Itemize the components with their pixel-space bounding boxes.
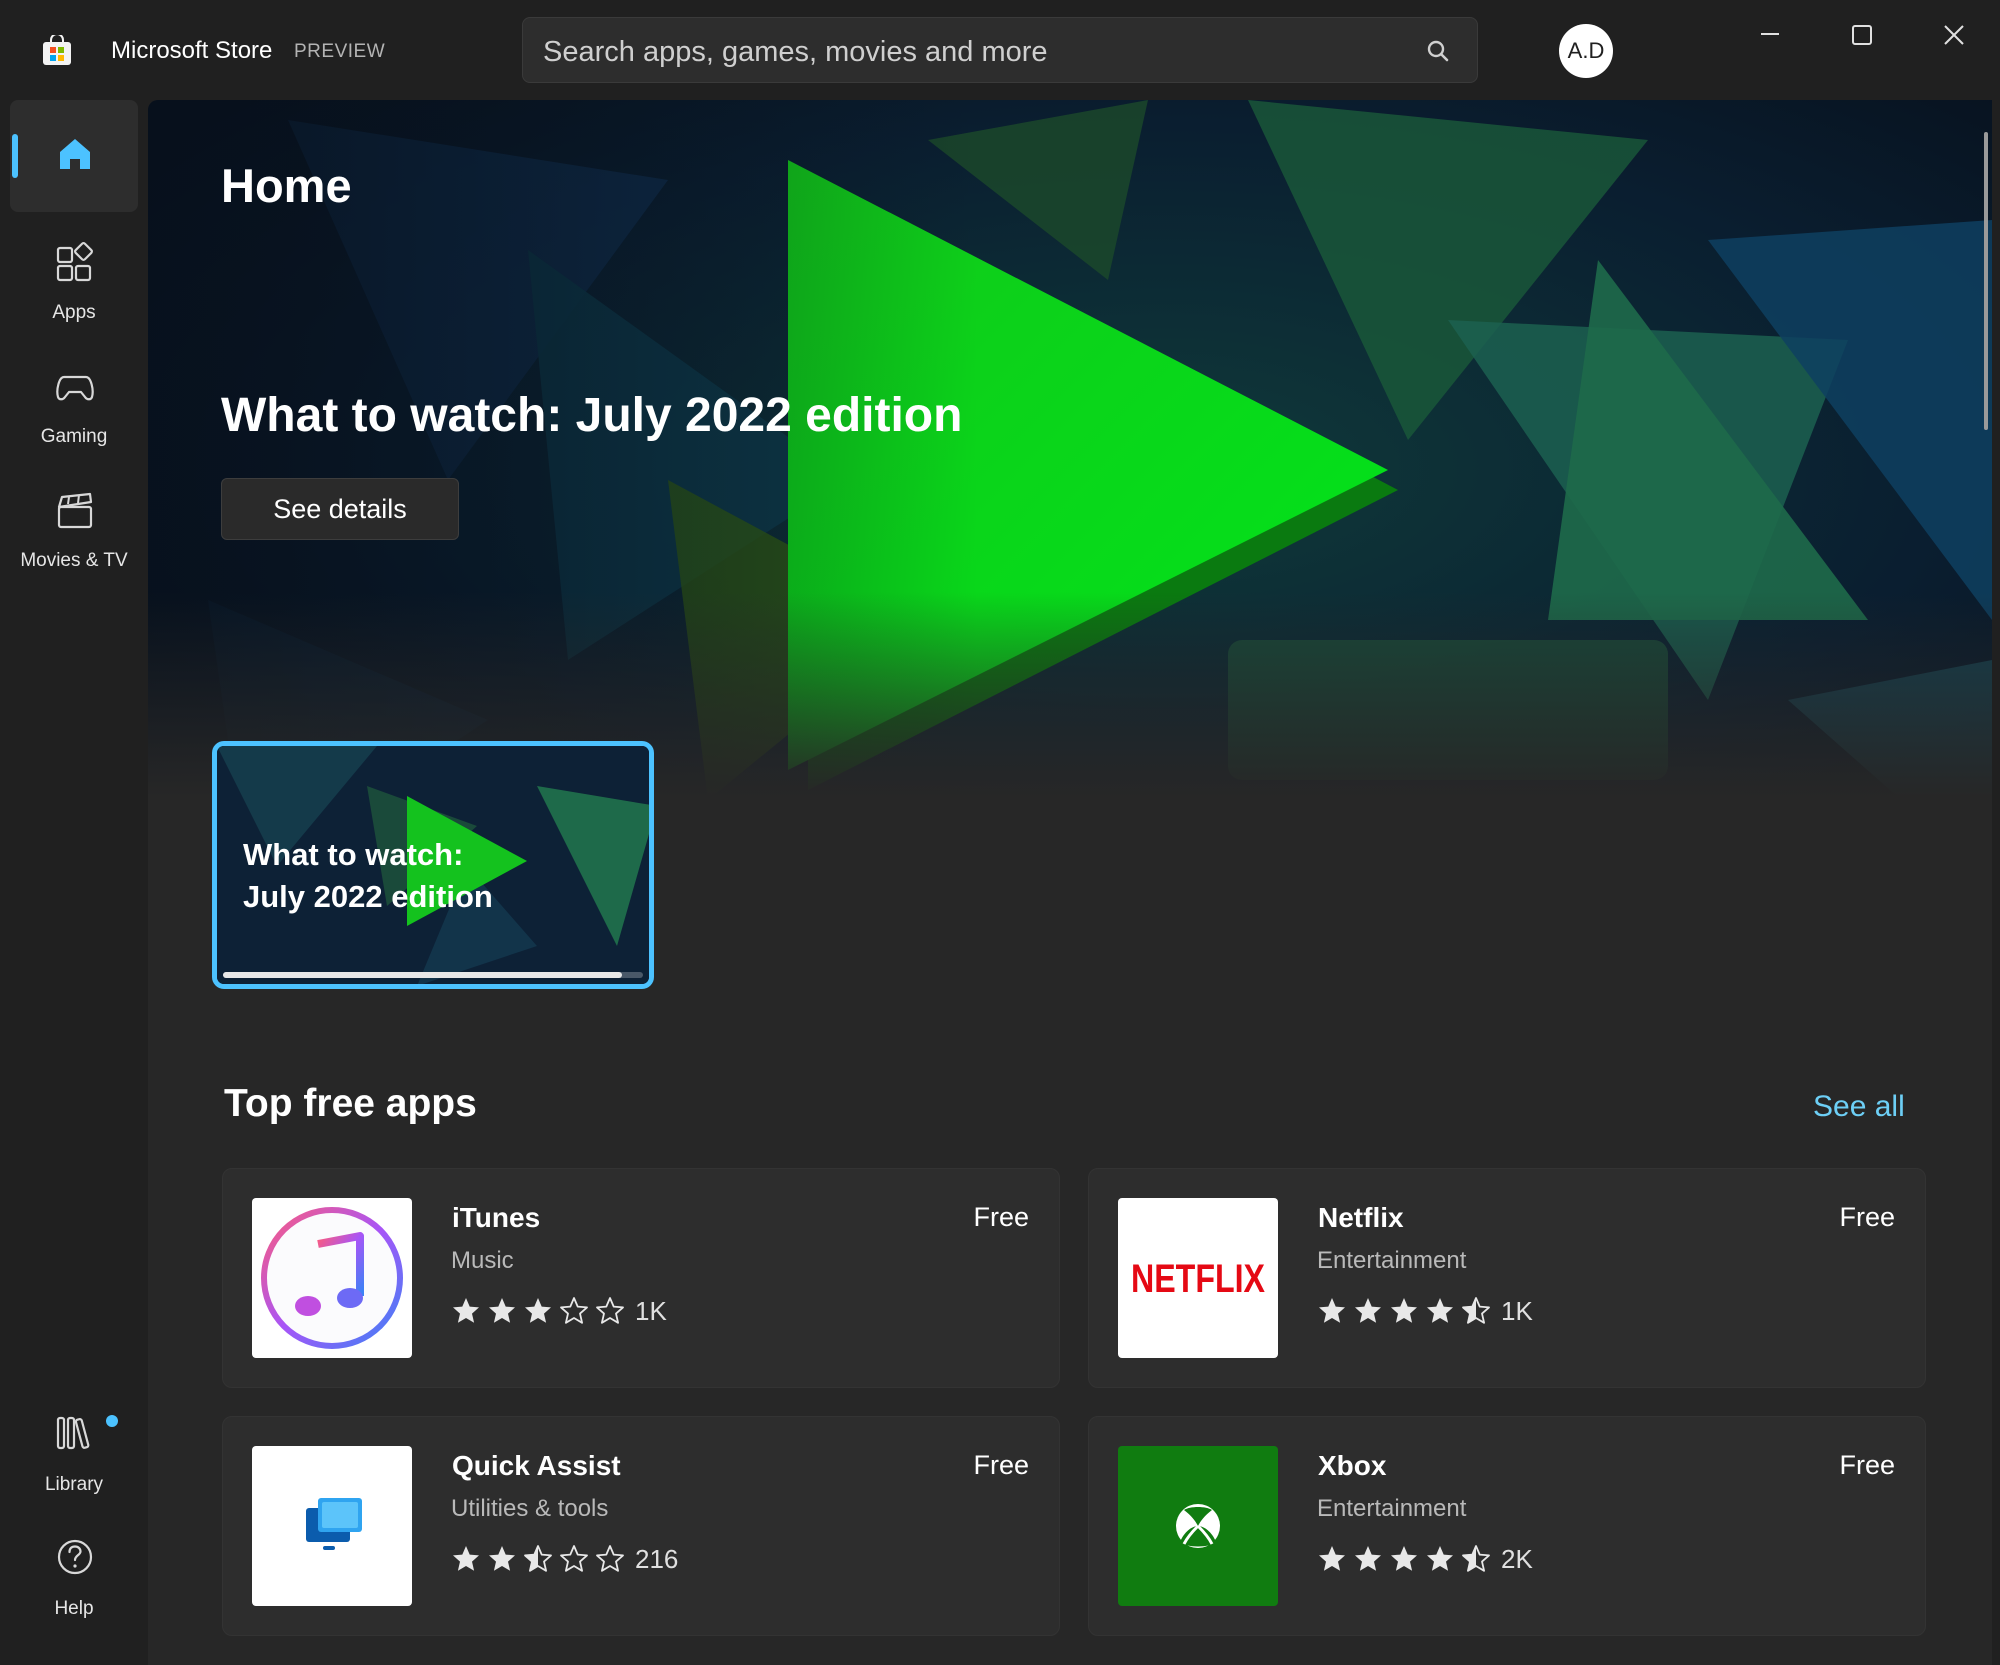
- sidebar-item-home[interactable]: [10, 100, 138, 212]
- star-filled-icon: [525, 1298, 551, 1323]
- star-rating: 2K: [1317, 1543, 1533, 1575]
- rating-count: 2K: [1501, 1543, 1533, 1574]
- star-filled-icon: [489, 1546, 515, 1571]
- gamepad-icon: [56, 375, 94, 401]
- xbox-icon: [1118, 1446, 1278, 1606]
- search-input[interactable]: Search apps, games, movies and more: [543, 36, 1048, 69]
- star-rating: 216: [451, 1543, 678, 1575]
- star-filled-icon: [489, 1298, 515, 1323]
- section-title: Top free apps: [224, 1082, 477, 1125]
- hero-card-title-line: What to watch:: [243, 837, 464, 872]
- app-card-netflix[interactable]: NETFLIX Netflix Entertainment Free 1K: [1088, 1168, 1926, 1388]
- itunes-icon: [252, 1198, 412, 1358]
- app-name: Netflix: [1318, 1202, 1404, 1233]
- app-card-quick-assist[interactable]: Quick Assist Utilities & tools Free 216: [222, 1416, 1060, 1636]
- hero-card-title: What to watch: July 2022 edition: [243, 834, 543, 918]
- star-filled-icon: [1319, 1546, 1345, 1571]
- main-content: Home What to watch: July 2022 edition Se…: [148, 100, 1992, 1665]
- sidebar-item-label: Gaming: [40, 426, 108, 447]
- app-name: Xbox: [1318, 1450, 1387, 1481]
- sidebar-item-label: Movies & TV: [20, 550, 128, 571]
- hero-card-progress-track: [223, 972, 643, 978]
- app-card-xbox[interactable]: Xbox Entertainment Free 2K: [1088, 1416, 1926, 1636]
- app-category: Entertainment: [1317, 1495, 1467, 1522]
- see-details-button[interactable]: See details: [221, 478, 459, 540]
- sidebar-item-apps[interactable]: Apps: [10, 226, 138, 338]
- search-icon[interactable]: [1425, 38, 1451, 64]
- home-icon: [60, 139, 90, 169]
- star-filled-icon: [1319, 1298, 1345, 1323]
- app-category: Utilities & tools: [451, 1495, 609, 1522]
- sidebar-item-help[interactable]: Help: [10, 1522, 138, 1634]
- netflix-logo-text: NETFLIX: [1131, 1257, 1265, 1301]
- minimize-icon[interactable]: [1749, 18, 1789, 58]
- hero-card-title-line: July 2022 edition: [243, 879, 493, 914]
- star-filled-icon: [1391, 1546, 1417, 1571]
- app-price: Free: [973, 1450, 1029, 1480]
- sidebar-item-library[interactable]: Library: [10, 1398, 138, 1510]
- library-icon: [56, 1416, 90, 1450]
- app-price: Free: [1839, 1202, 1895, 1232]
- app-category: Music: [451, 1247, 514, 1274]
- maximize-icon[interactable]: [1841, 18, 1881, 58]
- star-half-icon: [1462, 1297, 1490, 1324]
- star-filled-icon: [1355, 1546, 1381, 1571]
- clapperboard-icon: [57, 492, 93, 529]
- sidebar-item-label: Library: [44, 1474, 104, 1495]
- page-title: Home: [221, 159, 352, 212]
- hero-card-progress-fill: [223, 972, 622, 978]
- star-filled-icon: [1427, 1298, 1453, 1323]
- hero-carousel-card[interactable]: What to watch: July 2022 edition: [212, 741, 654, 989]
- app-price: Free: [1839, 1450, 1895, 1480]
- app-card-itunes[interactable]: iTunes Music Free 1K: [222, 1168, 1060, 1388]
- app-title: Microsoft Store: [111, 37, 273, 64]
- app-name: Quick Assist: [452, 1450, 621, 1481]
- sidebar-item-gaming[interactable]: Gaming: [10, 350, 138, 462]
- rating-count: 1K: [1501, 1295, 1533, 1326]
- netflix-icon: NETFLIX: [1118, 1198, 1278, 1358]
- rating-count: 216: [635, 1543, 679, 1574]
- user-avatar[interactable]: A.D: [1559, 24, 1613, 78]
- app-category: Entertainment: [1317, 1247, 1467, 1274]
- star-empty-icon: [560, 1545, 588, 1572]
- help-icon: [57, 1539, 93, 1575]
- app-price: Free: [973, 1202, 1029, 1232]
- title-bar: Microsoft Store PREVIEW Search apps, gam…: [0, 0, 2000, 100]
- star-filled-icon: [1355, 1298, 1381, 1323]
- close-icon[interactable]: [1933, 18, 1973, 58]
- sidebar-item-label: Apps: [52, 302, 96, 323]
- microsoft-store-window: Microsoft Store PREVIEW Search apps, gam…: [0, 0, 2000, 1665]
- app-name: iTunes: [452, 1202, 541, 1233]
- scrollbar[interactable]: [1984, 132, 1988, 430]
- star-empty-icon: [596, 1297, 624, 1324]
- hero-title: What to watch: July 2022 edition: [221, 389, 963, 442]
- star-empty-icon: [560, 1297, 588, 1324]
- star-rating: 1K: [451, 1295, 667, 1327]
- search-box[interactable]: Search apps, games, movies and more: [522, 17, 1478, 83]
- active-indicator: [12, 134, 18, 178]
- library-notification-dot: [106, 1415, 118, 1427]
- apps-icon: [56, 242, 93, 282]
- star-filled-icon: [1427, 1546, 1453, 1571]
- star-half-icon: [524, 1545, 552, 1572]
- quick-assist-icon: [252, 1446, 412, 1606]
- star-filled-icon: [1391, 1298, 1417, 1323]
- preview-badge: PREVIEW: [294, 41, 386, 62]
- sidebar-item-label: Help: [54, 1598, 94, 1619]
- see-all-link[interactable]: See all: [1813, 1090, 1905, 1124]
- star-half-icon: [1462, 1545, 1490, 1572]
- microsoft-store-logo-icon: [43, 35, 71, 65]
- rating-count: 1K: [635, 1295, 667, 1326]
- sidebar-item-movies-tv[interactable]: Movies & TV: [10, 474, 138, 586]
- star-empty-icon: [596, 1545, 624, 1572]
- star-filled-icon: [453, 1546, 479, 1571]
- sidebar-nav: Apps Gaming Movies & TV Library Help: [0, 100, 148, 1665]
- star-rating: 1K: [1317, 1295, 1533, 1327]
- star-filled-icon: [453, 1298, 479, 1323]
